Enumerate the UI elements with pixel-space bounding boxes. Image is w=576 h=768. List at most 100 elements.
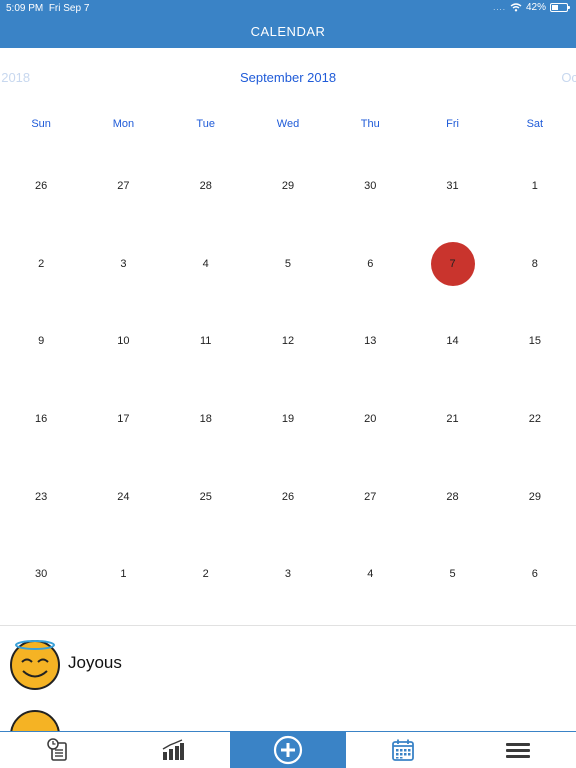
tab-log[interactable] bbox=[0, 732, 115, 768]
calendar-day[interactable]: 2 bbox=[165, 535, 247, 613]
calendar-day[interactable]: 10 bbox=[82, 302, 164, 380]
calendar-day[interactable]: 26 bbox=[0, 147, 82, 225]
calendar-day[interactable]: 29 bbox=[247, 147, 329, 225]
calendar-day[interactable]: 8 bbox=[494, 225, 576, 303]
tab-stats[interactable] bbox=[115, 732, 230, 768]
status-bar: 5:09 PM Fri Sep 7 .... 42% bbox=[0, 0, 576, 16]
calendar-day[interactable]: 26 bbox=[247, 458, 329, 536]
day-number: 22 bbox=[528, 412, 541, 425]
mood-label: Joyous bbox=[68, 653, 122, 672]
battery-percent: 42% bbox=[525, 2, 546, 13]
day-number: 2 bbox=[38, 257, 45, 270]
calendar-day[interactable]: 9 bbox=[0, 302, 82, 380]
bar-chart-icon bbox=[162, 739, 184, 760]
calendar-day[interactable]: 24 bbox=[82, 458, 164, 536]
calendar-day[interactable]: 11 bbox=[165, 302, 247, 380]
calendar-week: 16 17 18 19 20 21 22 bbox=[0, 380, 576, 458]
calendar-day[interactable]: 31 bbox=[411, 147, 493, 225]
calendar-day[interactable]: 3 bbox=[82, 225, 164, 303]
day-number: 28 bbox=[199, 179, 212, 192]
day-number: 11 bbox=[199, 335, 212, 348]
plus-circle-icon bbox=[273, 735, 303, 765]
calendar-day[interactable]: 15 bbox=[494, 302, 576, 380]
weekday-thu: Thu bbox=[360, 118, 380, 130]
day-number: 21 bbox=[446, 412, 459, 425]
calendar-day[interactable]: 6 bbox=[329, 225, 411, 303]
calendar-day[interactable]: 4 bbox=[165, 225, 247, 303]
tab-add[interactable] bbox=[230, 732, 346, 768]
tab-bar bbox=[0, 731, 576, 768]
day-number: 30 bbox=[35, 568, 48, 581]
wifi-icon bbox=[510, 3, 522, 12]
calendar-day[interactable]: 12 bbox=[247, 302, 329, 380]
mood-item-partial[interactable] bbox=[0, 706, 576, 731]
day-number: 5 bbox=[284, 257, 292, 270]
weekday-tue: Tue bbox=[196, 118, 215, 130]
day-number: 5 bbox=[449, 568, 456, 581]
calendar-day[interactable]: 27 bbox=[82, 147, 164, 225]
calendar-day[interactable]: 6 bbox=[494, 535, 576, 613]
clock-document-icon bbox=[46, 738, 67, 761]
calendar-day[interactable]: 1 bbox=[494, 147, 576, 225]
current-month: September 2018 bbox=[239, 70, 337, 85]
calendar-day[interactable]: 5 bbox=[247, 225, 329, 303]
day-number: 2 bbox=[202, 568, 209, 581]
day-number: 18 bbox=[199, 412, 212, 425]
app-header: 5:09 PM Fri Sep 7 .... 42% CALENDAR bbox=[0, 0, 576, 48]
day-number: 1 bbox=[531, 179, 538, 192]
calendar-grid: 26 27 28 29 30 31 1 2 3 4 5 6 7 8 9 10 11 12 13 14 15 16 17 18 1… bbox=[0, 147, 576, 613]
calendar-week: 9 10 11 12 13 14 15 bbox=[0, 302, 576, 380]
mood-item-joyous[interactable]: Joyous bbox=[0, 632, 576, 712]
calendar-day[interactable]: 5 bbox=[411, 535, 493, 613]
day-number: 20 bbox=[364, 412, 377, 425]
day-number: 25 bbox=[199, 490, 212, 503]
calendar-day[interactable]: 28 bbox=[165, 147, 247, 225]
calendar-day[interactable]: 20 bbox=[329, 380, 411, 458]
status-indicators: .... 42% bbox=[493, 2, 570, 13]
day-number: 19 bbox=[281, 412, 295, 425]
weekday-wed: Wed bbox=[276, 118, 300, 130]
calendar-day[interactable]: 19 bbox=[247, 380, 329, 458]
divider bbox=[0, 625, 576, 626]
hamburger-menu-icon bbox=[506, 743, 531, 758]
day-number: 12 bbox=[281, 335, 295, 348]
calendar-day[interactable]: 22 bbox=[494, 380, 576, 458]
calendar-day[interactable]: 4 bbox=[329, 535, 411, 613]
calendar-week: 23 24 25 26 27 28 29 bbox=[0, 458, 576, 536]
day-number: 13 bbox=[364, 335, 377, 348]
calendar-day[interactable]: 21 bbox=[411, 380, 493, 458]
calendar-day[interactable]: 16 bbox=[0, 380, 82, 458]
calendar-day[interactable]: 29 bbox=[494, 458, 576, 536]
calendar-day[interactable]: 1 bbox=[82, 535, 164, 613]
day-number: 6 bbox=[531, 568, 538, 581]
calendar-day[interactable]: 28 bbox=[411, 458, 493, 536]
angel-smiley-icon bbox=[10, 640, 60, 690]
day-number: 31 bbox=[446, 179, 459, 192]
calendar-day[interactable]: 18 bbox=[165, 380, 247, 458]
battery-icon bbox=[550, 3, 570, 12]
calendar-day[interactable]: 17 bbox=[82, 380, 164, 458]
day-number: 29 bbox=[528, 490, 541, 503]
day-number: 3 bbox=[284, 568, 292, 581]
day-number: 27 bbox=[364, 490, 377, 503]
calendar-day[interactable]: 27 bbox=[329, 458, 411, 536]
day-number: 9 bbox=[38, 335, 45, 348]
tab-menu[interactable] bbox=[461, 732, 576, 768]
calendar-day[interactable]: 2 bbox=[0, 225, 82, 303]
calendar-day[interactable]: 3 bbox=[247, 535, 329, 613]
tab-calendar[interactable] bbox=[346, 732, 461, 768]
smiley-icon bbox=[10, 710, 60, 731]
calendar-week: 2 3 4 5 6 7 8 bbox=[0, 225, 576, 303]
day-number: 17 bbox=[117, 412, 130, 425]
calendar-day[interactable]: 13 bbox=[329, 302, 411, 380]
next-month[interactable]: Octob bbox=[561, 70, 576, 85]
calendar-day[interactable]: 23 bbox=[0, 458, 82, 536]
calendar-icon bbox=[392, 739, 415, 761]
day-number: 4 bbox=[202, 257, 209, 270]
calendar-day[interactable]: 30 bbox=[0, 535, 82, 613]
calendar-day[interactable]: 25 bbox=[165, 458, 247, 536]
month-navigation: t 2018 September 2018 Octob bbox=[0, 62, 576, 92]
calendar-day[interactable]: 14 bbox=[411, 302, 493, 380]
calendar-day[interactable]: 30 bbox=[329, 147, 411, 225]
calendar-day-selected[interactable]: 7 bbox=[411, 225, 493, 303]
